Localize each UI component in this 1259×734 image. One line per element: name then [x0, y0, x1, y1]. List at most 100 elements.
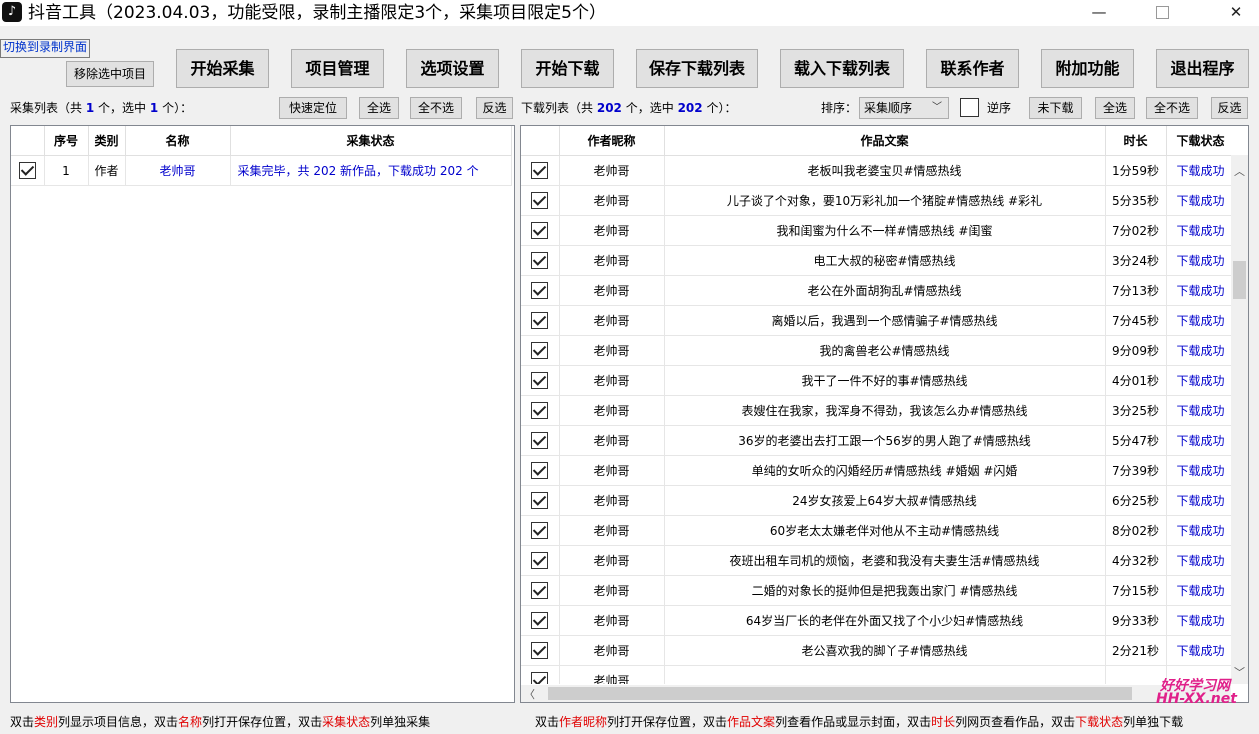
- horizontal-scroll-thumb[interactable]: [548, 687, 1132, 700]
- table-row[interactable]: 1 作者 老帅哥 采集完毕，共 202 新作品，下载成功 202 个: [11, 155, 512, 186]
- row-author[interactable]: 老帅哥: [559, 665, 665, 684]
- download-select-none-button[interactable]: 全不选: [1146, 97, 1198, 119]
- scroll-up-icon[interactable]: ︿: [1231, 163, 1248, 179]
- row-text[interactable]: 老板叫我老婆宝贝#情感热线: [664, 155, 1106, 186]
- download-col-status[interactable]: 下载状态: [1166, 126, 1231, 156]
- row-download-status[interactable]: 下载成功: [1166, 215, 1231, 246]
- download-col-text[interactable]: 作品文案: [664, 126, 1106, 156]
- row-download-status[interactable]: 下载成功: [1166, 425, 1231, 456]
- collect-col-type[interactable]: 类别: [88, 126, 126, 156]
- row-author[interactable]: 老帅哥: [559, 215, 665, 246]
- row-download-status[interactable]: 下载成功: [1166, 575, 1231, 606]
- row-author[interactable]: 老帅哥: [559, 395, 665, 426]
- horizontal-scrollbar[interactable]: 〈: [521, 685, 1231, 702]
- row-author[interactable]: 老帅哥: [559, 305, 665, 336]
- row-author[interactable]: 老帅哥: [559, 545, 665, 576]
- row-duration[interactable]: 4分32秒: [1105, 545, 1167, 576]
- quick-locate-button[interactable]: 快速定位: [279, 97, 347, 119]
- row-text[interactable]: 儿子谈了个对象，要10万彩礼加一个猪腚#情感热线 #彩礼: [664, 185, 1106, 216]
- row-download-status[interactable]: 下载成功: [1166, 545, 1231, 576]
- row-checkbox[interactable]: [531, 672, 549, 684]
- download-col-author[interactable]: 作者昵称: [559, 126, 665, 156]
- row-name[interactable]: 老帅哥: [125, 155, 231, 186]
- row-checkbox[interactable]: [531, 312, 549, 329]
- vertical-scrollbar[interactable]: ︿ ﹀: [1231, 155, 1248, 684]
- contact-author-button[interactable]: 联系作者: [926, 49, 1019, 88]
- row-download-status[interactable]: 下载成功: [1166, 455, 1231, 486]
- not-downloaded-button[interactable]: 未下载: [1029, 97, 1082, 119]
- table-row[interactable]: 老帅哥 二婚的对象长的挺帅但是把我轰出家门 #情感热线 7分15秒 下载成功: [521, 575, 1231, 606]
- table-row[interactable]: 老帅哥 24岁女孩爱上64岁大叔#情感热线 6分25秒 下载成功: [521, 485, 1231, 516]
- table-row[interactable]: 老帅哥 老板叫我老婆宝贝#情感热线 1分59秒 下载成功: [521, 155, 1231, 186]
- table-row[interactable]: 老帅哥 64岁当厂长的老伴在外面又找了个小少妇#情感热线 9分33秒 下载成功: [521, 605, 1231, 636]
- row-author[interactable]: 老帅哥: [559, 365, 665, 396]
- row-duration[interactable]: 5分47秒: [1105, 425, 1167, 456]
- download-invert-button[interactable]: 反选: [1211, 97, 1248, 119]
- start-download-button[interactable]: 开始下载: [521, 49, 614, 88]
- row-duration[interactable]: 9分09秒: [1105, 335, 1167, 366]
- collect-col-index[interactable]: 序号: [44, 126, 89, 156]
- row-text[interactable]: 60岁老太太嫌老伴对他从不主动#情感热线: [664, 515, 1106, 546]
- row-checkbox[interactable]: [531, 192, 549, 209]
- row-text[interactable]: 我的禽兽老公#情感热线: [664, 335, 1106, 366]
- row-duration[interactable]: [1105, 665, 1167, 684]
- row-download-status[interactable]: 下载成功: [1166, 515, 1231, 546]
- remove-selected-button[interactable]: 移除选中项目: [66, 61, 154, 87]
- row-checkbox[interactable]: [531, 522, 549, 539]
- vertical-scroll-thumb[interactable]: [1233, 261, 1246, 299]
- row-text[interactable]: 64岁当厂长的老伴在外面又找了个小少妇#情感热线: [664, 605, 1106, 636]
- row-download-status[interactable]: 下载成功: [1166, 185, 1231, 216]
- download-select-all-button[interactable]: 全选: [1095, 97, 1135, 119]
- table-row[interactable]: 老帅哥 60岁老太太嫌老伴对他从不主动#情感热线 8分02秒 下载成功: [521, 515, 1231, 546]
- row-duration[interactable]: 3分25秒: [1105, 395, 1167, 426]
- row-checkbox[interactable]: [531, 252, 549, 269]
- row-checkbox[interactable]: [531, 402, 549, 419]
- row-text[interactable]: 36岁的老婆出去打工跟一个56岁的男人跑了#情感热线: [664, 425, 1106, 456]
- row-author[interactable]: 老帅哥: [559, 455, 665, 486]
- row-checkbox[interactable]: [531, 462, 549, 479]
- minimize-button[interactable]: —: [1076, 0, 1122, 26]
- table-row[interactable]: 老帅哥 夜班出租车司机的烦恼，老婆和我没有夫妻生活#情感热线 4分32秒 下载成功: [521, 545, 1231, 576]
- start-collect-button[interactable]: 开始采集: [176, 49, 269, 88]
- row-author[interactable]: 老帅哥: [559, 635, 665, 666]
- row-duration[interactable]: 7分02秒: [1105, 215, 1167, 246]
- sort-order-select[interactable]: 采集顺序 ﹀: [859, 97, 949, 119]
- load-download-list-button[interactable]: 载入下载列表: [780, 49, 904, 88]
- row-checkbox[interactable]: [531, 432, 549, 449]
- download-col-check[interactable]: [521, 126, 560, 156]
- row-author[interactable]: 老帅哥: [559, 335, 665, 366]
- row-type[interactable]: 作者: [88, 155, 126, 186]
- row-download-status[interactable]: 下载成功: [1166, 395, 1231, 426]
- collect-col-name[interactable]: 名称: [125, 126, 231, 156]
- row-checkbox[interactable]: [531, 282, 549, 299]
- row-checkbox[interactable]: [531, 612, 549, 629]
- row-author[interactable]: 老帅哥: [559, 485, 665, 516]
- collect-select-none-button[interactable]: 全不选: [410, 97, 462, 119]
- row-checkbox[interactable]: [531, 222, 549, 239]
- reverse-order-checkbox[interactable]: [960, 98, 979, 117]
- collect-list-panel[interactable]: 序号 类别 名称 采集状态 1 作者 老帅哥 采集完毕，共 202 新作品，下载…: [10, 125, 515, 703]
- row-download-status[interactable]: 下载成功: [1166, 155, 1231, 186]
- row-author[interactable]: 老帅哥: [559, 605, 665, 636]
- row-download-status[interactable]: 下载成功: [1166, 485, 1231, 516]
- maximize-button[interactable]: [1139, 0, 1185, 26]
- table-row[interactable]: 老帅哥 单纯的女听众的闪婚经历#情感热线 #婚姻 #闪婚 7分39秒 下载成功: [521, 455, 1231, 486]
- extra-features-button[interactable]: 附加功能: [1041, 49, 1134, 88]
- collect-invert-button[interactable]: 反选: [476, 97, 513, 119]
- table-row[interactable]: 老帅哥 表嫂住在我家，我浑身不得劲，我该怎么办#情感热线 3分25秒 下载成功: [521, 395, 1231, 426]
- row-download-status[interactable]: 下载成功: [1166, 635, 1231, 666]
- row-author[interactable]: 老帅哥: [559, 575, 665, 606]
- row-checkbox[interactable]: [531, 582, 549, 599]
- row-text[interactable]: 我和闺蜜为什么不一样#情感热线 #闺蜜: [664, 215, 1106, 246]
- exit-button[interactable]: 退出程序: [1156, 49, 1249, 88]
- row-checkbox[interactable]: [531, 552, 549, 569]
- switch-to-record-link[interactable]: 切换到录制界面: [0, 39, 91, 58]
- table-row[interactable]: 老帅哥 老公在外面胡狗乱#情感热线 7分13秒 下载成功: [521, 275, 1231, 306]
- row-text[interactable]: 24岁女孩爱上64岁大叔#情感热线: [664, 485, 1106, 516]
- row-duration[interactable]: 1分59秒: [1105, 155, 1167, 186]
- row-duration[interactable]: 7分13秒: [1105, 275, 1167, 306]
- table-row[interactable]: 老帅哥 儿子谈了个对象，要10万彩礼加一个猪腚#情感热线 #彩礼 5分35秒 下载成功: [521, 185, 1231, 216]
- row-text[interactable]: 单纯的女听众的闪婚经历#情感热线 #婚姻 #闪婚: [664, 455, 1106, 486]
- download-col-duration[interactable]: 时长: [1105, 126, 1167, 156]
- row-download-status[interactable]: 下载成功: [1166, 365, 1231, 396]
